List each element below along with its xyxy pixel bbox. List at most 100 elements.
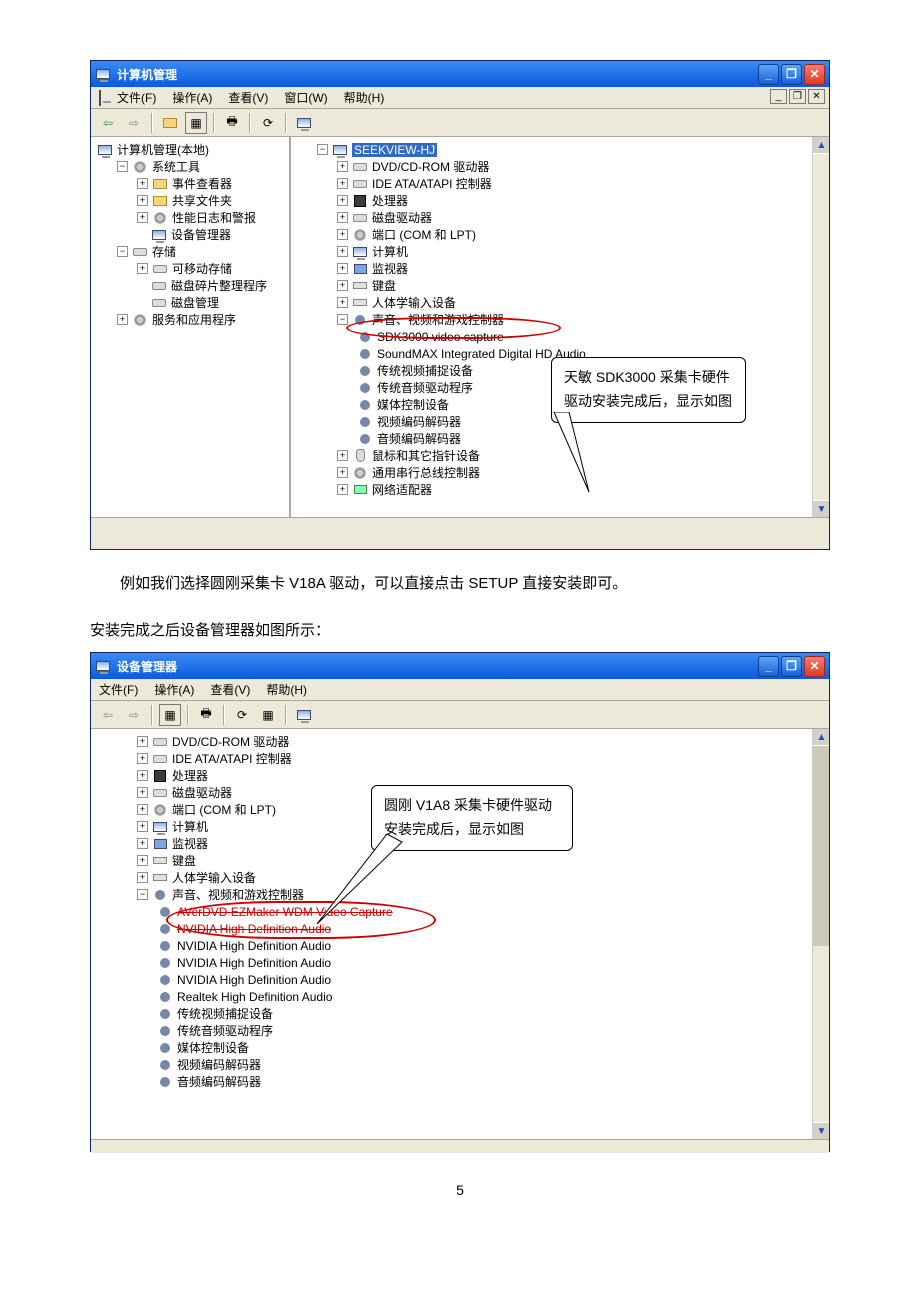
expand-icon[interactable]: +: [137, 736, 148, 747]
tree-hid[interactable]: 人体学输入设备: [372, 294, 456, 311]
mdi-restore-button[interactable]: ❐: [789, 89, 806, 104]
tree-ports[interactable]: 端口 (COM 和 LPT): [372, 226, 476, 243]
expand-icon[interactable]: +: [337, 280, 348, 291]
scroll-thumb[interactable]: [812, 746, 829, 946]
expand-icon[interactable]: +: [337, 467, 348, 478]
tree-network[interactable]: 网络适配器: [372, 481, 432, 498]
expand-icon[interactable]: +: [137, 838, 148, 849]
menu-file[interactable]: 文件(F): [117, 89, 156, 106]
tree-storage[interactable]: 存储: [152, 243, 176, 260]
tree-keyboard[interactable]: 键盘: [172, 852, 196, 869]
mdi-close-button[interactable]: ✕: [808, 89, 825, 104]
menu-file[interactable]: 文件(F): [99, 681, 138, 698]
expand-icon[interactable]: +: [337, 246, 348, 257]
tree-dvd[interactable]: DVD/CD-ROM 驱动器: [172, 733, 289, 750]
tree-system-tools[interactable]: 系统工具: [152, 158, 200, 175]
expand-icon[interactable]: +: [337, 161, 348, 172]
tree-vid-codec[interactable]: 视频编码解码器: [377, 413, 461, 430]
tree-ide[interactable]: IDE ATA/ATAPI 控制器: [372, 175, 492, 192]
collapse-icon[interactable]: −: [117, 161, 128, 172]
refresh-button[interactable]: ⟳: [231, 704, 253, 726]
tree-dvd[interactable]: DVD/CD-ROM 驱动器: [372, 158, 489, 175]
tree-services[interactable]: 服务和应用程序: [152, 311, 236, 328]
tree-removable[interactable]: 可移动存储: [172, 260, 232, 277]
expand-icon[interactable]: +: [137, 212, 148, 223]
expand-icon[interactable]: +: [137, 753, 148, 764]
minimize-button[interactable]: _: [758, 64, 779, 85]
view-button[interactable]: ▦: [257, 704, 279, 726]
expand-icon[interactable]: +: [337, 263, 348, 274]
tree-shared-folders[interactable]: 共享文件夹: [172, 192, 232, 209]
tree-legacy-aud[interactable]: 传统音频驱动程序: [177, 1022, 273, 1039]
expand-icon[interactable]: +: [337, 229, 348, 240]
tree-computer[interactable]: 计算机: [172, 818, 208, 835]
expand-icon[interactable]: +: [137, 263, 148, 274]
expand-icon[interactable]: +: [117, 314, 128, 325]
scroll-up-button[interactable]: ▲: [813, 729, 829, 746]
back-button[interactable]: ⇦: [97, 704, 119, 726]
expand-icon[interactable]: +: [137, 787, 148, 798]
tree-sdk3000[interactable]: SDK3000 video capture: [377, 330, 504, 344]
menu-help[interactable]: 帮助(H): [344, 89, 385, 106]
tree-defrag[interactable]: 磁盘碎片整理程序: [171, 277, 267, 294]
collapse-icon[interactable]: −: [137, 889, 148, 900]
maximize-button[interactable]: ❐: [781, 656, 802, 677]
menu-view[interactable]: 查看(V): [210, 681, 250, 698]
tree-ide[interactable]: IDE ATA/ATAPI 控制器: [172, 750, 292, 767]
collapse-icon[interactable]: −: [317, 144, 328, 155]
tree-keyboard[interactable]: 键盘: [372, 277, 396, 294]
tree-nvidia-1[interactable]: NVIDIA High Definition Audio: [177, 922, 331, 936]
scroll-up-button[interactable]: ▲: [813, 137, 829, 154]
expand-icon[interactable]: +: [337, 178, 348, 189]
expand-icon[interactable]: +: [137, 770, 148, 781]
tree-vid-codec[interactable]: 视频编码解码器: [177, 1056, 261, 1073]
expand-icon[interactable]: +: [137, 195, 148, 206]
mdi-minimize-button[interactable]: _: [770, 89, 787, 104]
right-tree-pane[interactable]: −SEEKVIEW-HJ +DVD/CD-ROM 驱动器 +IDE ATA/AT…: [291, 137, 829, 517]
tree-nvidia-2[interactable]: NVIDIA High Definition Audio: [177, 939, 331, 953]
tree-disk-drive[interactable]: 磁盘驱动器: [172, 784, 232, 801]
tree-aud-codec[interactable]: 音频编码解码器: [177, 1073, 261, 1090]
collapse-icon[interactable]: −: [337, 314, 348, 325]
menu-help[interactable]: 帮助(H): [266, 681, 307, 698]
scroll-down-button[interactable]: ▼: [813, 500, 829, 517]
tree-media-ctrl[interactable]: 媒体控制设备: [177, 1039, 249, 1056]
tree-media-ctrl[interactable]: 媒体控制设备: [377, 396, 449, 413]
left-tree-pane[interactable]: 计算机管理(本地) −系统工具 +事件查看器 +共享文件夹 +性能日志和警报 设…: [91, 137, 291, 517]
tree-averdvd[interactable]: AVerDVD EZMaker WDM Video Capture: [177, 905, 393, 919]
properties-button[interactable]: ▦: [159, 704, 181, 726]
print-button[interactable]: 🖶: [195, 704, 217, 726]
print-button[interactable]: 🖶: [221, 112, 243, 134]
tree-sound[interactable]: 声音、视频和游戏控制器: [172, 886, 304, 903]
expand-icon[interactable]: +: [337, 212, 348, 223]
close-button[interactable]: ✕: [804, 64, 825, 85]
tree-nvidia-4[interactable]: NVIDIA High Definition Audio: [177, 973, 331, 987]
titlebar[interactable]: 设备管理器 _ ❐ ✕: [91, 653, 829, 679]
tree-realtek[interactable]: Realtek High Definition Audio: [177, 990, 332, 1004]
tree-cpu[interactable]: 处理器: [372, 192, 408, 209]
tree-pane[interactable]: +DVD/CD-ROM 驱动器 +IDE ATA/ATAPI 控制器 +处理器 …: [91, 729, 829, 1139]
tree-disk-drive[interactable]: 磁盘驱动器: [372, 209, 432, 226]
tree-device-manager[interactable]: 设备管理器: [171, 226, 231, 243]
tree-monitor[interactable]: 监视器: [372, 260, 408, 277]
refresh-button[interactable]: ⟳: [257, 112, 279, 134]
tree-sound[interactable]: 声音、视频和游戏控制器: [372, 311, 504, 328]
tree-ports[interactable]: 端口 (COM 和 LPT): [172, 801, 276, 818]
close-button[interactable]: ✕: [804, 656, 825, 677]
tree-legacy-vid[interactable]: 传统视频捕捉设备: [377, 362, 473, 379]
tree-aud-codec[interactable]: 音频编码解码器: [377, 430, 461, 447]
tree-legacy-vid[interactable]: 传统视频捕捉设备: [177, 1005, 273, 1022]
tree-cpu[interactable]: 处理器: [172, 767, 208, 784]
scan-button[interactable]: [293, 704, 315, 726]
menu-view[interactable]: 查看(V): [228, 89, 268, 106]
back-button[interactable]: ⇦: [97, 112, 119, 134]
up-button[interactable]: [159, 112, 181, 134]
expand-icon[interactable]: +: [337, 450, 348, 461]
tree-usb[interactable]: 通用串行总线控制器: [372, 464, 480, 481]
expand-icon[interactable]: +: [337, 195, 348, 206]
vertical-scrollbar[interactable]: ▲ ▼: [812, 729, 829, 1139]
tree-mouse[interactable]: 鼠标和其它指针设备: [372, 447, 480, 464]
expand-icon[interactable]: +: [337, 484, 348, 495]
expand-icon[interactable]: +: [137, 855, 148, 866]
forward-button[interactable]: ⇨: [123, 704, 145, 726]
